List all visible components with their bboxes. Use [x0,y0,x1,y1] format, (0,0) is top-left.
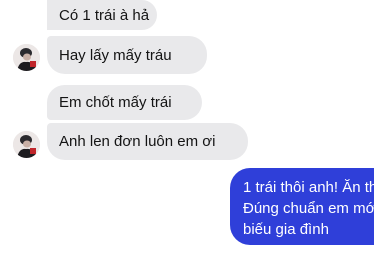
message-text: Anh len đơn luôn em ơi [59,133,216,150]
message-text: Hay lấy mấy tráu [59,46,172,64]
message-text-line: Đúng chuẩn em mới mua nhiều [243,200,374,217]
message-bubble-incoming[interactable]: Hay lấy mấy tráu [47,36,207,74]
message-text-line: 1 trái thôi anh! Ăn thử trước đã. [243,179,374,196]
message-bubble-incoming[interactable]: Anh len đơn luôn em ơi [47,123,248,160]
message-text: Có 1 trái à hả [59,6,150,24]
avatar[interactable] [13,131,40,158]
message-text-line: biếu gia đình [243,221,329,238]
message-bubble-incoming[interactable]: Em chốt mấy trái [47,85,202,120]
message-text: Em chốt mấy trái [59,94,172,111]
message-bubble-outgoing[interactable]: 1 trái thôi anh! Ăn thử trước đã. Đúng c… [230,168,374,245]
message-bubble-incoming[interactable]: Có 1 trái à hả [47,0,157,30]
avatar[interactable] [13,44,40,71]
